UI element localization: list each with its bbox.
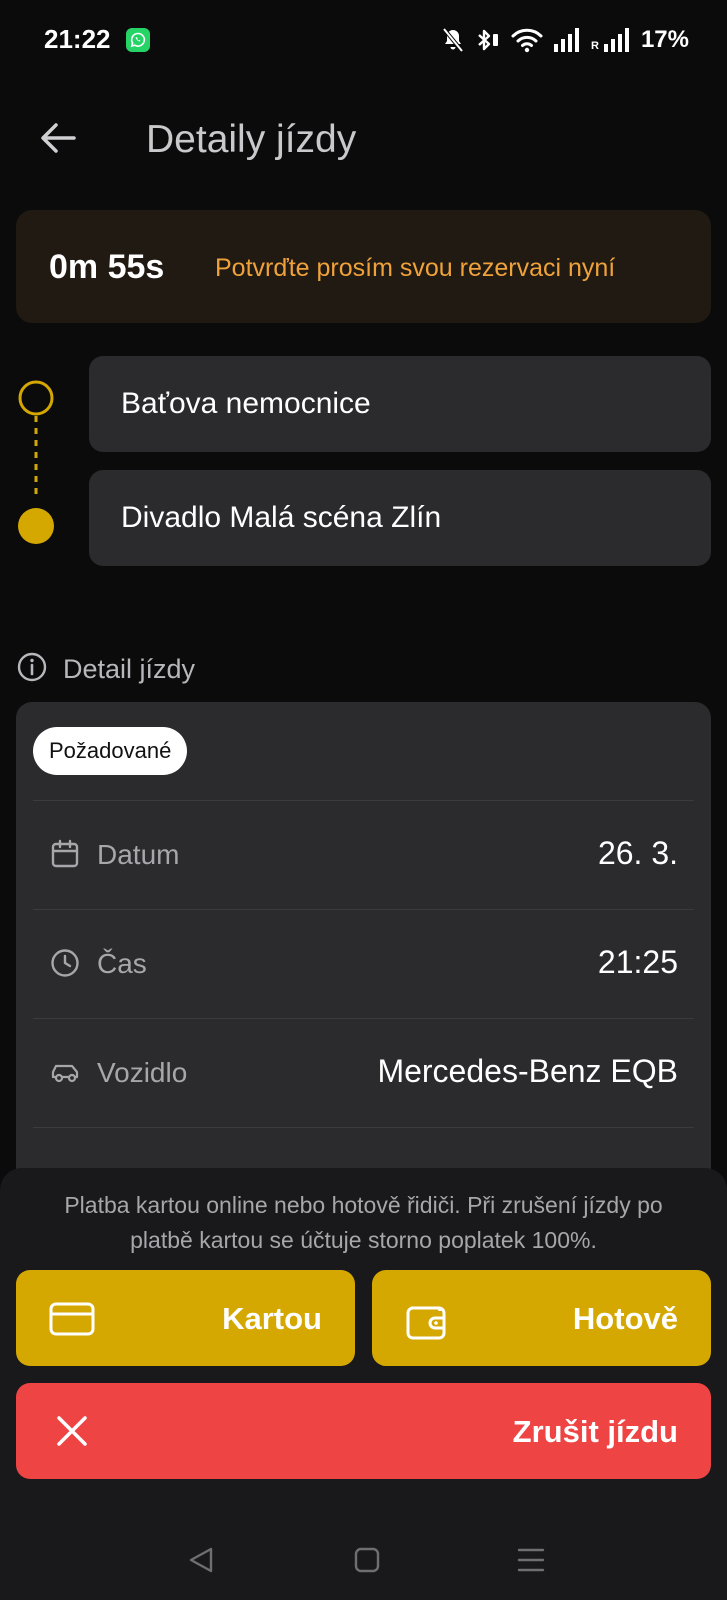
route-line-icon (17, 380, 55, 550)
close-icon (56, 1415, 88, 1447)
cancel-ride-button[interactable]: Zrušit jízdu (16, 1383, 711, 1479)
detail-label: Čas (97, 948, 147, 979)
back-button[interactable] (34, 116, 82, 164)
payment-note: Platba kartou online nebo hotově řidiči.… (64, 1192, 663, 1253)
wifi-icon (511, 27, 543, 53)
pay-by-cash-button[interactable]: Hotově (372, 1270, 711, 1366)
pay-card-label: Kartou (222, 1301, 322, 1336)
detail-row-time: Čas 21:25 (33, 909, 694, 1018)
detail-value: Mercedes-Benz EQB (377, 1053, 678, 1089)
countdown-timer: 0m 55s (49, 248, 165, 286)
status-icons: R 17% (441, 26, 689, 54)
calendar-icon (50, 839, 80, 869)
credit-card-icon (49, 1300, 95, 1338)
signal-icon (553, 28, 581, 52)
detail-value: 21:25 (597, 944, 678, 980)
reservation-timer-banner: 0m 55s Potvrďte prosím svou rezervaci ny… (16, 210, 711, 323)
nav-home-button[interactable] (347, 1542, 387, 1582)
pickup-location: Baťova nemocnice (121, 387, 371, 420)
pay-cash-label: Hotově (572, 1301, 678, 1336)
app-header: Detaily jízdy (0, 100, 727, 180)
status-bar: 21:22 R 17% (0, 0, 727, 80)
status-time: 21:22 (44, 24, 111, 54)
signal-icon (603, 28, 631, 52)
bluetooth-icon (475, 27, 501, 53)
system-nav-bar (0, 1520, 727, 1600)
roaming-indicator: R (591, 40, 599, 52)
detail-row-date: Datum 26. 3. (33, 800, 694, 909)
whatsapp-icon (126, 28, 150, 52)
detail-row-vehicle: Vozidlo Mercedes-Benz EQB (33, 1018, 694, 1127)
nav-back-button[interactable] (181, 1542, 221, 1582)
page-title: Detaily jízdy (146, 118, 357, 161)
square-home-icon (353, 1546, 381, 1579)
info-icon (17, 652, 47, 687)
wallet-icon (405, 1300, 451, 1340)
timer-message: Potvrďte prosím svou rezervaci nyní (215, 254, 616, 282)
battery-level: 17% (640, 26, 689, 53)
bell-off-icon (441, 27, 465, 53)
menu-icon (516, 1546, 546, 1579)
status-badge: Požadované (33, 727, 188, 775)
ride-detail-card: Požadované Datum 26. 3. Čas 21:25 Vozidl… (16, 702, 711, 1202)
pay-by-card-button[interactable]: Kartou (16, 1270, 355, 1366)
detail-label: Datum (97, 839, 180, 870)
destination-location: Divadlo Malá scéna Zlín (121, 501, 442, 534)
detail-value: 26. 3. (597, 835, 678, 871)
car-icon (50, 1057, 80, 1087)
detail-label: Vozidlo (97, 1057, 188, 1088)
section-title: Detail jízdy (63, 653, 196, 684)
pickup-location-field[interactable]: Baťova nemocnice (89, 356, 711, 452)
nav-recents-button[interactable] (511, 1542, 551, 1582)
ride-detail-header: Detail jízdy (17, 652, 195, 686)
triangle-back-icon (187, 1546, 215, 1579)
cancel-ride-label: Zrušit jízdu (512, 1414, 678, 1449)
destination-location-field[interactable]: Divadlo Malá scéna Zlín (89, 470, 711, 566)
clock-icon (50, 948, 80, 978)
arrow-left-icon (40, 122, 76, 159)
